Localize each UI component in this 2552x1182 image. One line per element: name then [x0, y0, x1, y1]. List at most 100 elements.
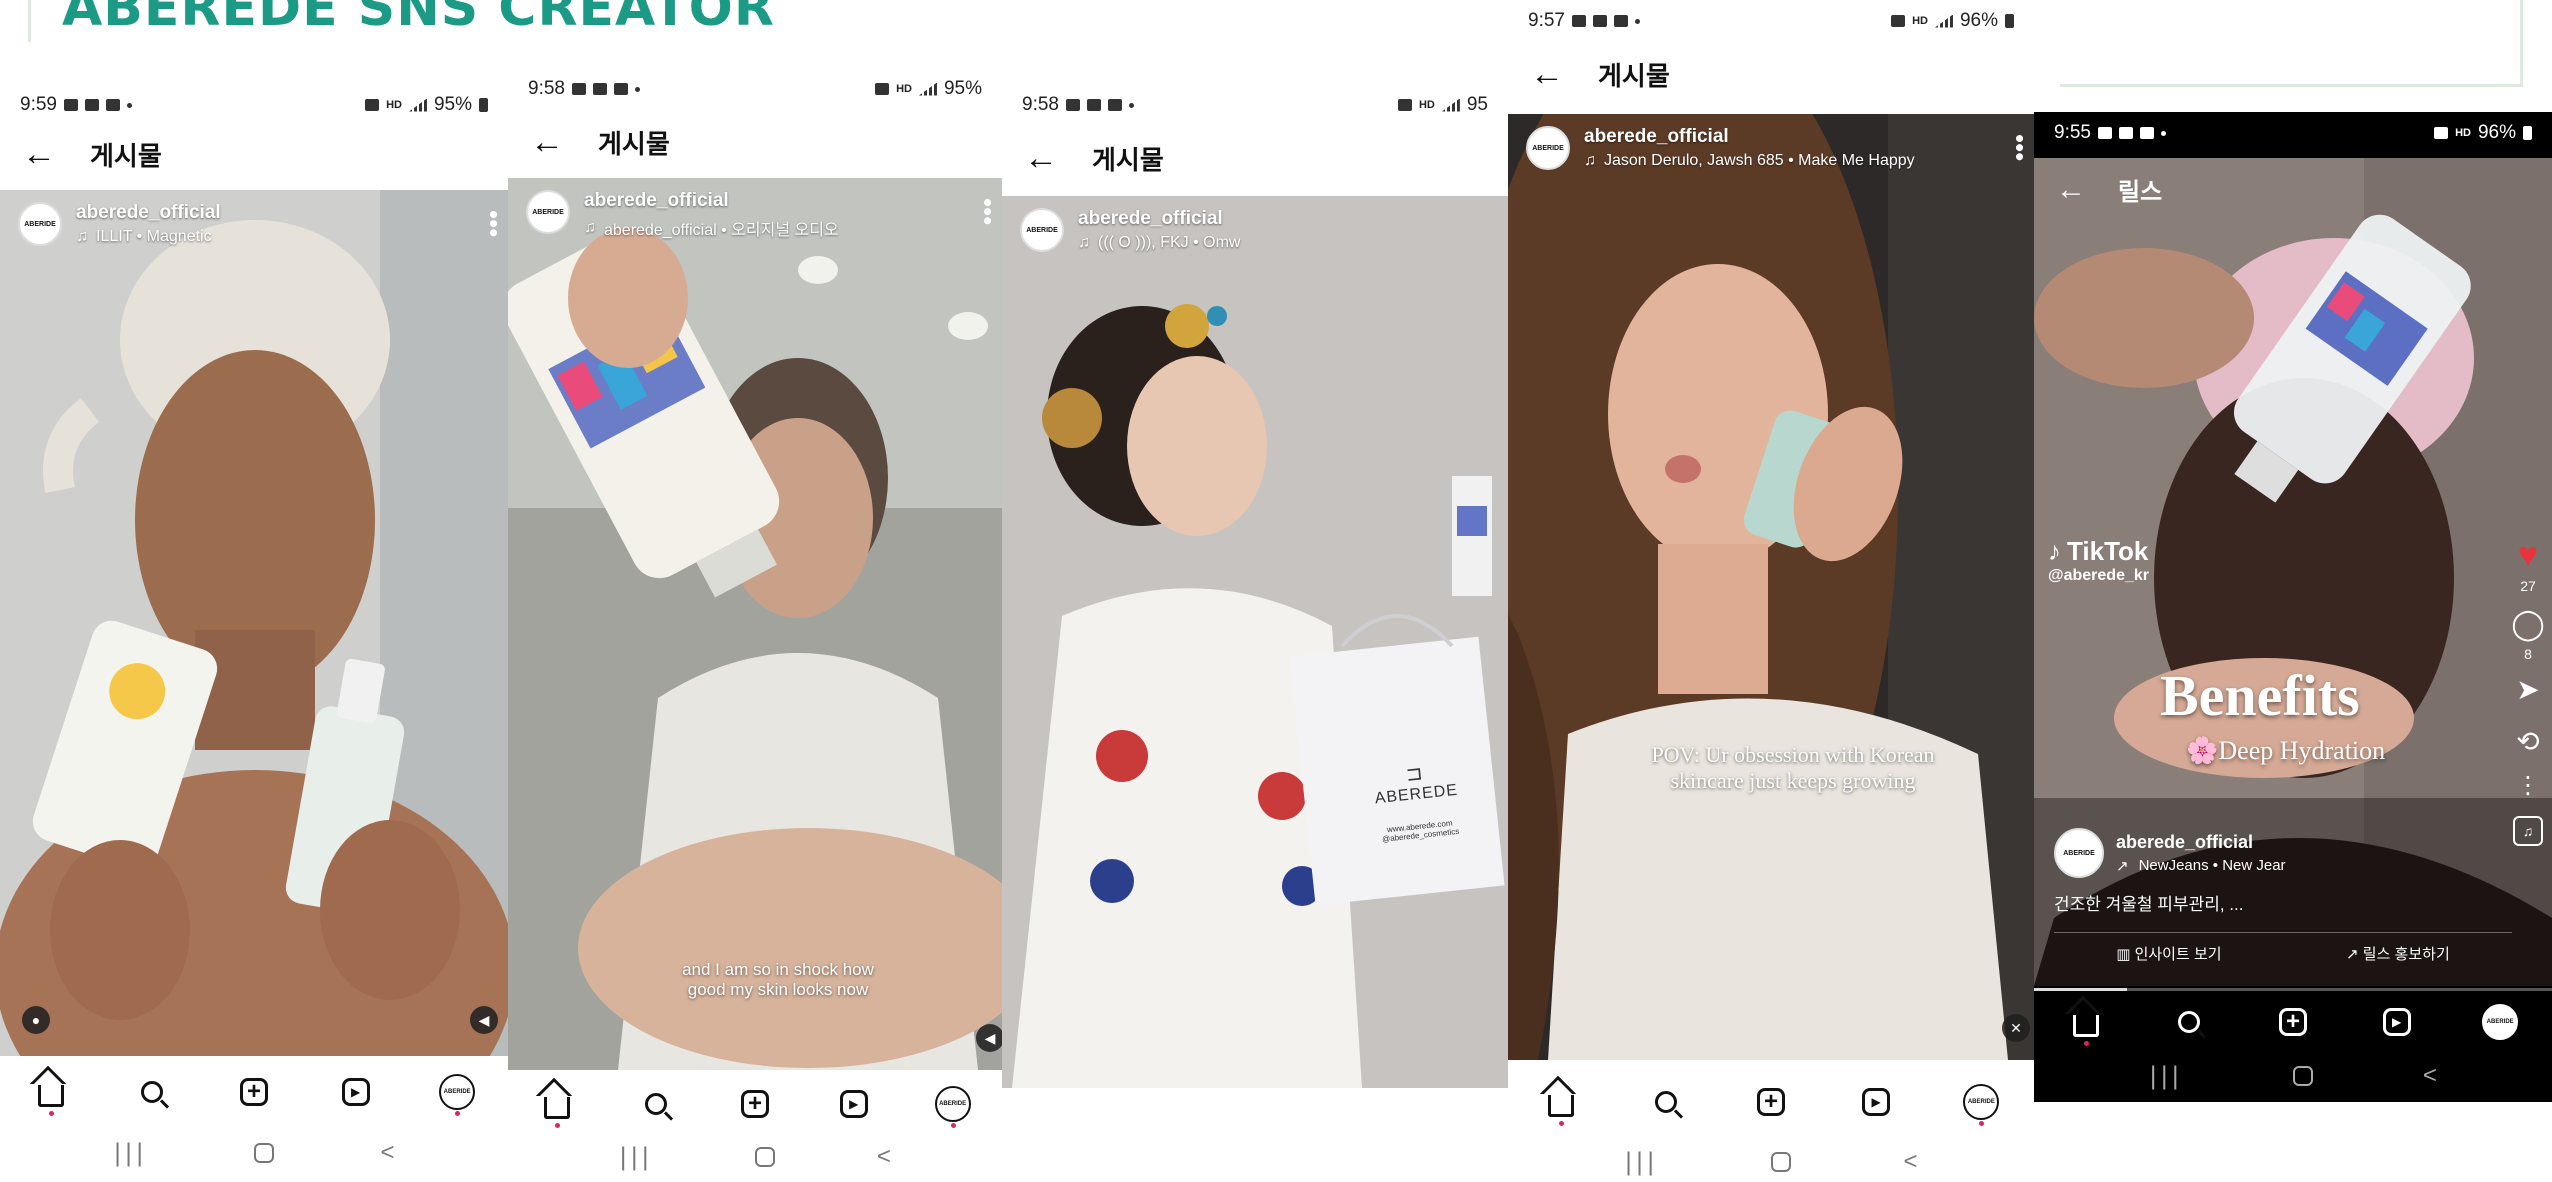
recent-apps-button[interactable]: |||	[619, 1143, 652, 1171]
home-button[interactable]	[2292, 1066, 2313, 1086]
avatar[interactable]: ABERIDE	[2054, 828, 2104, 878]
reels-icon[interactable]: ▶	[1858, 1084, 1894, 1120]
home-button[interactable]	[253, 1143, 274, 1163]
username[interactable]: aberede_official	[1584, 126, 1915, 148]
avatar[interactable]: ABERIDE	[526, 190, 570, 234]
back-arrow-icon[interactable]: ←	[2056, 173, 2086, 207]
music-note-icon: ♫	[584, 219, 596, 236]
alarm-icon	[365, 99, 380, 111]
cloud-icon	[2139, 127, 2154, 139]
music-note-icon: ♫	[1584, 152, 1596, 169]
avatar[interactable]: ABERIDE	[1020, 208, 1064, 252]
more-options-icon[interactable]: •••	[2005, 134, 2034, 161]
reels-icon[interactable]: ▶	[836, 1086, 872, 1122]
username[interactable]: aberede_official	[2116, 832, 2286, 853]
back-button[interactable]: <	[2423, 1062, 2437, 1090]
tiktok-handle: @aberede_kr	[2048, 567, 2149, 584]
overlay-title: Benefits	[2160, 663, 2360, 728]
home-button[interactable]	[1770, 1152, 1791, 1172]
insights-button[interactable]: ▥ 인사이트 보기	[2116, 943, 2221, 964]
more-options-icon[interactable]: •••	[973, 198, 1002, 225]
plus-square-icon[interactable]: +	[737, 1086, 773, 1122]
search-icon[interactable]	[638, 1086, 674, 1122]
plus-square-icon[interactable]: +	[2275, 1004, 2311, 1040]
volume-icon[interactable]: ◀	[470, 1006, 498, 1034]
user-tag-icon[interactable]: ●	[22, 1006, 50, 1034]
post-video[interactable]: ABERIDE aberede_official ♫ aberede_offici…	[508, 178, 1002, 1070]
audio-info[interactable]: ♫ Jason Derulo, Jawsh 685 • Make Me Happy	[1584, 152, 1915, 170]
back-button[interactable]: <	[381, 1139, 395, 1167]
reels-icon[interactable]: ▶	[338, 1074, 374, 1110]
post-video[interactable]: ABERIDE aberede_official ♫ ILLIT • Magnet…	[0, 190, 508, 1056]
heart-icon[interactable]: ♥	[2518, 538, 2538, 572]
system-nav: ||| <	[508, 1132, 1002, 1182]
alarm-icon	[1397, 99, 1412, 111]
home-icon[interactable]	[2068, 1004, 2104, 1046]
status-bar: 9:59 HD 95%	[0, 88, 508, 122]
home-button[interactable]	[754, 1147, 775, 1167]
cloud-icon	[592, 83, 607, 95]
comment-icon[interactable]: ◯	[2511, 610, 2545, 640]
home-icon[interactable]	[33, 1074, 69, 1116]
avatar[interactable]: ABERIDE	[18, 202, 62, 246]
reel-description[interactable]: 건조한 겨울철 피부관리, ...	[2054, 890, 2474, 915]
dot-icon	[634, 86, 640, 92]
profile-avatar[interactable]: ABERIDE	[934, 1086, 971, 1128]
status-bar: 9:58 HD 95	[1002, 88, 1508, 122]
search-icon[interactable]	[134, 1074, 170, 1110]
battery-icon	[479, 98, 488, 112]
cloud-icon	[1571, 15, 1586, 27]
video-frame-image	[508, 178, 1002, 1070]
audio-info[interactable]: ↗ NewJeans • New Jear	[2116, 857, 2286, 875]
promote-reel-button[interactable]: ↗ 릴스 홍보하기	[2346, 943, 2450, 964]
more-options-icon[interactable]: •••	[479, 210, 508, 237]
reels-icon[interactable]: ▶	[2379, 1004, 2415, 1040]
recent-apps-button[interactable]: |||	[1624, 1148, 1657, 1176]
back-arrow-icon[interactable]: ←	[1024, 141, 1058, 175]
share-icon[interactable]: ➤	[2516, 676, 2539, 704]
plus-square-icon[interactable]: +	[236, 1074, 272, 1110]
post-video[interactable]: ABERIDE aberede_official ♫ ((( O ))), FKJ…	[1002, 196, 1508, 1088]
home-icon[interactable]	[539, 1086, 575, 1128]
reel-progress-bar	[2034, 988, 2552, 991]
remix-icon[interactable]: ⟲	[2516, 728, 2539, 756]
search-icon[interactable]	[1648, 1084, 1684, 1120]
signal-icon	[918, 82, 937, 96]
profile-avatar[interactable]: ABERIDE	[2482, 1004, 2519, 1040]
more-options-icon[interactable]: ⋮	[2516, 774, 2540, 798]
reel-buttons: ▥ 인사이트 보기 ↗ 릴스 홍보하기	[2054, 932, 2512, 964]
profile-avatar[interactable]: ABERIDE	[1963, 1084, 2000, 1126]
profile-avatar[interactable]: ABERIDE	[439, 1074, 476, 1116]
username[interactable]: aberede_official	[584, 190, 839, 212]
signal-icon	[1934, 14, 1953, 28]
plus-square-icon[interactable]: +	[1753, 1084, 1789, 1120]
audio-info[interactable]: ♫ ((( O ))), FKJ • Omw	[1078, 234, 1240, 252]
reel-video[interactable]: ← 릴스 ♪ TikTok @aberede_kr Benefits 🌸Deep …	[2034, 158, 2552, 986]
home-icon[interactable]	[1543, 1084, 1579, 1126]
recent-apps-button[interactable]: |||	[2149, 1062, 2182, 1090]
page-title: 게시물	[1598, 60, 1670, 91]
music-note-icon: ♫	[1078, 234, 1090, 251]
volume-icon[interactable]: ◀	[976, 1024, 1002, 1052]
video-frame-image	[1508, 114, 2034, 1060]
avatar[interactable]: ABERIDE	[1526, 126, 1570, 170]
battery-percent: 95%	[943, 78, 982, 99]
back-button[interactable]: <	[1904, 1148, 1918, 1176]
volume-muted-icon[interactable]: ✕	[2002, 1014, 2030, 1042]
recent-apps-button[interactable]: |||	[113, 1139, 146, 1167]
back-arrow-icon[interactable]: ←	[530, 125, 564, 159]
audio-thumb-icon[interactable]: ♫	[2513, 816, 2543, 846]
audio-info[interactable]: ♫ ILLIT • Magnetic	[76, 228, 221, 246]
back-arrow-icon[interactable]: ←	[22, 137, 56, 171]
username[interactable]: aberede_official	[1078, 208, 1240, 230]
username[interactable]: aberede_official	[76, 202, 221, 224]
back-button[interactable]: <	[877, 1143, 891, 1171]
gallery-icon	[571, 83, 586, 95]
post-video[interactable]: ABERIDE aberede_official ♫ Jason Derulo, …	[1508, 114, 2034, 1060]
app-bar: ← 게시물	[1508, 44, 2034, 104]
search-icon[interactable]	[2171, 1004, 2207, 1040]
audio-info[interactable]: ♫ aberede_official • 오리지널 오디오	[584, 216, 839, 240]
system-nav: ||| <	[0, 1128, 508, 1178]
alarm-icon	[875, 83, 890, 95]
back-arrow-icon[interactable]: ←	[1530, 57, 1564, 91]
